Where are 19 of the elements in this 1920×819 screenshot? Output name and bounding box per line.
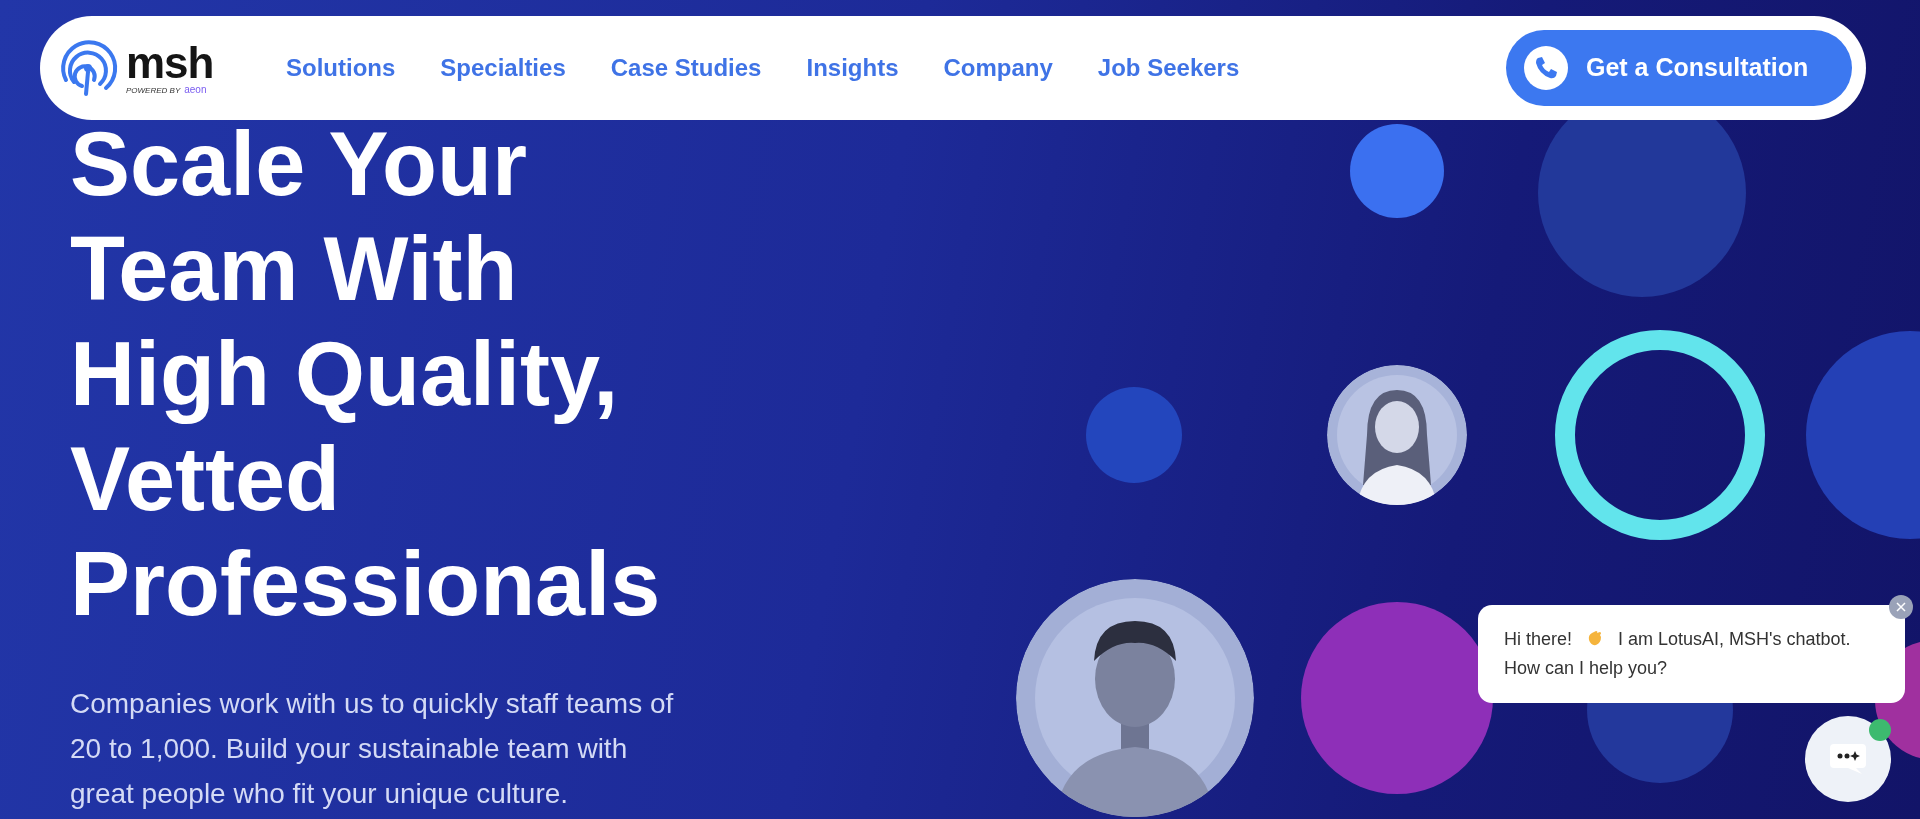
- nav-link[interactable]: Solutions: [286, 50, 396, 86]
- chat-greeting: Hi there!: [1504, 629, 1573, 649]
- phone-icon: [1524, 46, 1568, 90]
- close-button[interactable]: [1889, 595, 1913, 619]
- nav-link[interactable]: Insights: [806, 50, 899, 86]
- chat-message: I am LotusAI, MSH's chatbot.: [1618, 629, 1851, 649]
- chat-icon: [1828, 742, 1868, 776]
- hero-heading: Scale Your Team With High Quality, Vetted Professionals: [70, 113, 662, 636]
- nav-link[interactable]: Job Seekers: [1097, 50, 1240, 86]
- consultation-button[interactable]: Get a Consultation: [1506, 30, 1852, 106]
- nav-link[interactable]: Specialties: [440, 50, 566, 86]
- nav-link[interactable]: Case Studies: [610, 50, 762, 86]
- close-icon: [1896, 602, 1906, 612]
- logo-wordmark: msh: [126, 40, 214, 85]
- nav-link[interactable]: Company: [943, 50, 1053, 86]
- logo-tagline: POWERED BY: [126, 85, 181, 96]
- chat-question: How can I help you?: [1504, 657, 1668, 680]
- partner-logo: aeon: [184, 84, 207, 95]
- hero-description: Companies work with us to quickly staff teams of 20 to 1,000. Build your sustainable team with great people who fit your unique culture.: [70, 687, 674, 811]
